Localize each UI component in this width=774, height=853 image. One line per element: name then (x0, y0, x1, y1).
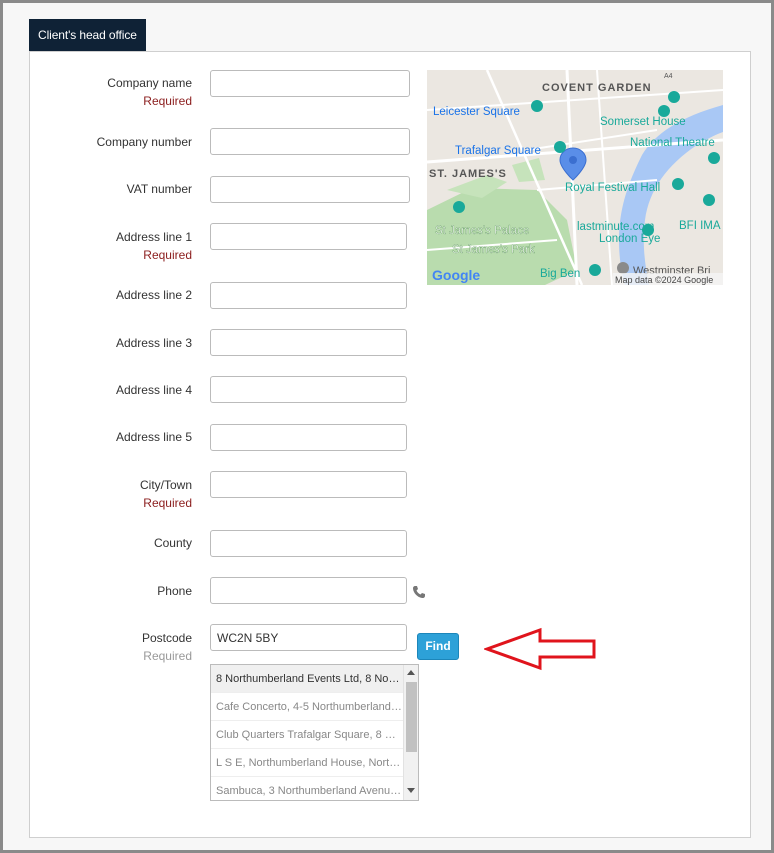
company-name-input[interactable] (210, 70, 410, 97)
company-name-required: Required (143, 94, 192, 108)
map-label: lastminute.com (577, 221, 654, 233)
postcode-input[interactable] (210, 624, 407, 651)
address-line-2-label: Address line 2 (115, 288, 192, 302)
company-number-label: Company number (96, 135, 192, 149)
phone-icon[interactable] (412, 585, 426, 599)
list-scrollbar[interactable] (403, 665, 418, 800)
list-item[interactable]: Club Quarters Trafalgar Square, 8 Northu… (211, 721, 403, 749)
location-map[interactable]: COVENT GARDEN A4 Leicester Square Somers… (427, 70, 723, 285)
poi-icon (617, 262, 629, 274)
phone-input[interactable] (210, 577, 407, 604)
poi-icon (589, 264, 601, 276)
list-item[interactable]: L S E, Northumberland House, Northumberl… (211, 749, 403, 777)
map-label: Trafalgar Square (455, 145, 541, 157)
vat-number-label: VAT number (126, 182, 192, 196)
postcode-required: Required (143, 649, 192, 663)
address-line-4-label: Address line 4 (115, 383, 192, 397)
city-town-required: Required (143, 496, 192, 510)
address-line-4-input[interactable] (210, 376, 407, 403)
address-line-5-input[interactable] (210, 424, 407, 451)
map-label: St James's Park (452, 244, 535, 256)
phone-label: Phone (157, 584, 192, 598)
postcode-label: Postcode (141, 631, 192, 645)
address-line-5-label: Address line 5 (115, 430, 192, 444)
city-town-input[interactable] (210, 471, 407, 498)
map-label: ST. JAMES'S (429, 168, 507, 180)
poi-icon (668, 91, 680, 103)
county-input[interactable] (210, 530, 407, 557)
annotation-arrow-icon (484, 627, 596, 671)
poi-icon (531, 100, 543, 112)
map-label: St James's Palace (435, 225, 529, 237)
tab-clients-head-office[interactable]: Client's head office (29, 19, 146, 52)
map-label: BFI IMA (679, 220, 721, 232)
scroll-up-arrow-icon[interactable] (407, 670, 415, 675)
list-item[interactable]: 8 Northumberland Events Ltd, 8 Northumbe… (211, 665, 403, 693)
map-label: COVENT GARDEN (542, 82, 652, 94)
address-line-3-label: Address line 3 (115, 336, 192, 350)
address-line-1-required: Required (143, 248, 192, 262)
scroll-down-arrow-icon[interactable] (407, 788, 415, 793)
address-line-1-input[interactable] (210, 223, 407, 250)
poi-icon (672, 178, 684, 190)
map-label: National Theatre (630, 137, 715, 149)
map-label: Royal Festival Hall (565, 182, 660, 194)
address-line-1-label: Address line 1 (115, 230, 192, 244)
map-label: Somerset House (600, 116, 686, 128)
list-item[interactable]: Cafe Concerto, 4-5 Northumberland Avenue (211, 693, 403, 721)
vat-number-input[interactable] (210, 176, 410, 203)
map-label: Leicester Square (433, 106, 520, 118)
poi-icon (453, 201, 465, 213)
map-attribution: Map data ©2024 Google (615, 275, 713, 285)
address-line-2-input[interactable] (210, 282, 407, 309)
poi-icon (703, 194, 715, 206)
company-name-label: Company name (107, 76, 192, 90)
map-label: A4 (664, 73, 673, 80)
map-label: Big Ben (540, 268, 580, 280)
map-label: London Eye (599, 233, 660, 245)
company-number-input[interactable] (210, 128, 410, 155)
city-town-label: City/Town (139, 478, 192, 492)
address-results-list[interactable]: 8 Northumberland Events Ltd, 8 Northumbe… (210, 664, 419, 801)
county-label: County (153, 536, 192, 550)
google-logo: Google (432, 267, 480, 283)
poi-icon (708, 152, 720, 164)
poi-icon (554, 141, 566, 153)
scroll-thumb[interactable] (406, 682, 417, 752)
find-button[interactable]: Find (417, 633, 459, 660)
list-item[interactable]: Sambuca, 3 Northumberland Avenue, London (211, 777, 403, 800)
address-line-3-input[interactable] (210, 329, 407, 356)
